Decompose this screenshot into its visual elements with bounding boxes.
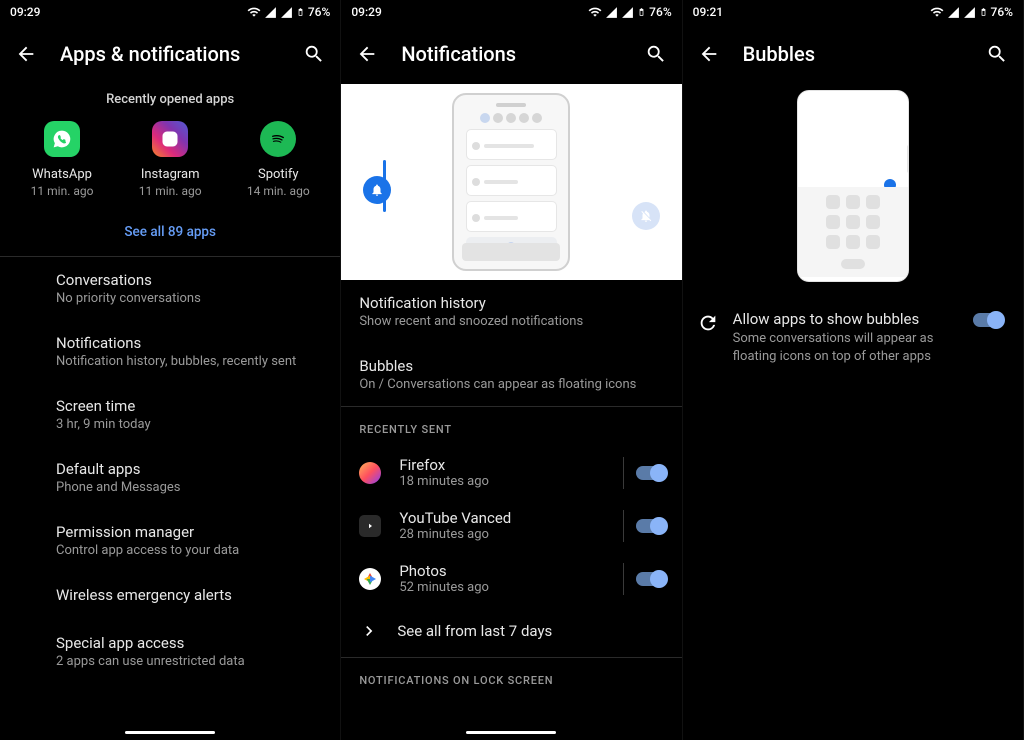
page-title: Bubbles xyxy=(743,42,963,66)
settings-list: Conversations No priority conversations … xyxy=(0,257,340,683)
youtube-vanced-icon xyxy=(359,515,381,537)
divider xyxy=(623,457,624,489)
item-conversations[interactable]: Conversations No priority conversations xyxy=(0,257,340,320)
wifi-icon xyxy=(588,5,602,19)
see-all-last-7-days[interactable]: See all from last 7 days xyxy=(341,605,681,657)
app-name: Spotify xyxy=(258,167,299,182)
item-notification-history[interactable]: Notification history Show recent and sno… xyxy=(341,280,681,343)
photos-icon xyxy=(359,568,381,590)
app-bar: Bubbles xyxy=(683,24,1023,84)
screen-apps-notifications: 09:29 76% Apps & notifications Recently … xyxy=(0,0,341,740)
toggle-allow-bubbles[interactable] xyxy=(971,310,1005,330)
recent-app-spotify[interactable]: Spotify 14 min. ago xyxy=(225,121,332,198)
back-button[interactable] xyxy=(14,42,38,66)
instagram-icon xyxy=(152,121,188,157)
toggle-youtube-vanced[interactable] xyxy=(634,516,668,536)
app-time: 14 min. ago xyxy=(247,184,310,198)
status-bar: 09:29 76% xyxy=(341,0,681,24)
battery-percent: 76% xyxy=(308,5,330,19)
battery-icon xyxy=(637,5,646,19)
item-notifications[interactable]: Notifications Notification history, bubb… xyxy=(0,320,340,383)
divider xyxy=(623,510,624,542)
app-name: WhatsApp xyxy=(32,167,92,182)
search-button[interactable] xyxy=(644,42,668,66)
refresh-icon xyxy=(697,312,719,334)
screen-notifications: 09:29 76% Notifications xyxy=(341,0,682,740)
nav-bar[interactable] xyxy=(341,724,681,740)
app-bar: Notifications xyxy=(341,24,681,84)
signal-icon xyxy=(605,6,618,19)
chevron-right-icon xyxy=(359,621,379,641)
item-wireless-alerts[interactable]: Wireless emergency alerts xyxy=(0,572,340,620)
search-button[interactable] xyxy=(302,42,326,66)
battery-percent: 76% xyxy=(991,5,1013,19)
bell-off-icon xyxy=(632,202,660,230)
settings-list: Notification history Show recent and sno… xyxy=(341,280,681,406)
status-bar: 09:21 76% xyxy=(683,0,1023,24)
status-right: 76% xyxy=(247,5,330,19)
recent-app-instagram[interactable]: Instagram 11 min. ago xyxy=(117,121,224,198)
app-name: Instagram xyxy=(141,167,200,182)
wifi-icon xyxy=(247,5,261,19)
whatsapp-icon xyxy=(44,121,80,157)
status-time: 09:29 xyxy=(351,5,381,19)
app-time: 11 min. ago xyxy=(31,184,94,198)
subheader-lock-screen: NOTIFICATIONS ON LOCK SCREEN xyxy=(341,658,681,697)
page-title: Notifications xyxy=(401,42,621,66)
battery-percent: 76% xyxy=(649,5,671,19)
recent-photos[interactable]: Photos 52 minutes ago xyxy=(341,552,681,605)
item-permission-manager[interactable]: Permission manager Control app access to… xyxy=(0,509,340,572)
battery-icon xyxy=(296,5,305,19)
see-all-apps-link[interactable]: See all 89 apps xyxy=(0,210,340,256)
status-time: 09:21 xyxy=(693,5,723,19)
status-time: 09:29 xyxy=(10,5,40,19)
item-default-apps[interactable]: Default apps Phone and Messages xyxy=(0,446,340,509)
recent-app-whatsapp[interactable]: WhatsApp 11 min. ago xyxy=(9,121,116,198)
status-right: 76% xyxy=(588,5,671,19)
nav-bar[interactable] xyxy=(0,724,340,740)
search-button[interactable] xyxy=(985,42,1009,66)
signal-icon xyxy=(280,6,293,19)
firefox-icon xyxy=(359,462,381,484)
app-bar: Apps & notifications xyxy=(0,24,340,84)
item-special-app-access[interactable]: Special app access 2 apps can use unrest… xyxy=(0,620,340,683)
hero-phone-illustration xyxy=(452,93,570,271)
signal-icon xyxy=(264,6,277,19)
signal-icon xyxy=(963,6,976,19)
signal-icon xyxy=(621,6,634,19)
item-bubbles[interactable]: Bubbles On / Conversations can appear as… xyxy=(341,343,681,406)
recent-firefox[interactable]: Firefox 18 minutes ago xyxy=(341,446,681,499)
screen-bubbles: 09:21 76% Bubbles xyxy=(683,0,1024,740)
toggle-photos[interactable] xyxy=(634,569,668,589)
notifications-hero xyxy=(341,84,681,280)
bubbles-hero xyxy=(683,84,1023,296)
spotify-icon xyxy=(260,121,296,157)
wifi-icon xyxy=(930,5,944,19)
toggle-firefox[interactable] xyxy=(634,463,668,483)
page-title: Apps & notifications xyxy=(60,42,280,66)
item-screen-time[interactable]: Screen time 3 hr, 9 min today xyxy=(0,383,340,446)
hero-phone-illustration xyxy=(797,90,909,282)
allow-bubbles-row[interactable]: Allow apps to show bubbles Some conversa… xyxy=(683,296,1023,379)
recent-youtube-vanced[interactable]: YouTube Vanced 28 minutes ago xyxy=(341,499,681,552)
back-button[interactable] xyxy=(355,42,379,66)
bell-on-icon xyxy=(363,176,391,204)
subheader-recently-sent: RECENTLY SENT xyxy=(341,407,681,446)
recent-apps-row: WhatsApp 11 min. ago Instagram 11 min. a… xyxy=(0,121,340,210)
signal-icon xyxy=(947,6,960,19)
divider xyxy=(623,563,624,595)
battery-icon xyxy=(979,5,988,19)
recent-apps-header: Recently opened apps xyxy=(0,84,340,121)
back-button[interactable] xyxy=(697,42,721,66)
app-time: 11 min. ago xyxy=(139,184,202,198)
status-right: 76% xyxy=(930,5,1013,19)
status-bar: 09:29 76% xyxy=(0,0,340,24)
